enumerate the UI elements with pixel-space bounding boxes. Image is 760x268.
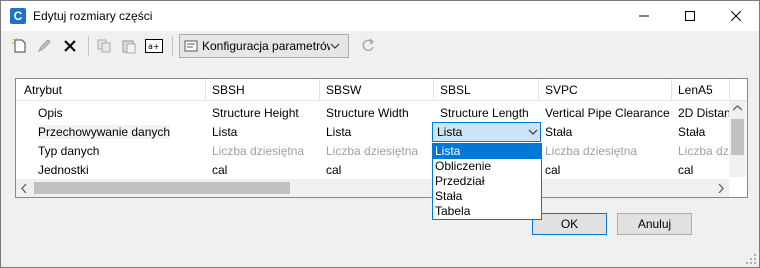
table-cell[interactable]: Stała bbox=[672, 123, 730, 142]
variable-icon: a+ bbox=[145, 39, 163, 53]
scroll-up-icon[interactable] bbox=[733, 105, 742, 111]
row-label: Przechowywanie danych bbox=[16, 123, 206, 142]
table-cell[interactable]: cal bbox=[206, 161, 320, 180]
maximize-icon bbox=[685, 11, 695, 21]
variable-button[interactable]: a+ bbox=[143, 35, 165, 57]
table-cell[interactable]: cal bbox=[539, 161, 672, 180]
table-cell[interactable]: Lista bbox=[320, 123, 434, 142]
table-cell[interactable]: cal bbox=[320, 161, 434, 180]
toolbar: a+ Konfiguracja parametrów bbox=[1, 31, 759, 61]
toolbar-separator bbox=[172, 36, 173, 56]
table-cell[interactable]: Stała bbox=[539, 123, 672, 142]
delete-x-icon bbox=[64, 40, 76, 52]
table-cell[interactable]: Lista bbox=[206, 123, 320, 142]
table-cell[interactable]: Structure Width bbox=[320, 104, 434, 123]
copy-button[interactable] bbox=[93, 35, 115, 57]
dropdown-option[interactable]: Przedział bbox=[433, 174, 541, 189]
table-cell[interactable]: Structure Height bbox=[206, 104, 320, 123]
resize-grip-icon[interactable] bbox=[745, 253, 757, 265]
close-button[interactable] bbox=[713, 1, 759, 31]
row-label: Jednostki bbox=[38, 163, 89, 177]
table-cell[interactable]: Liczba dziesiętna bbox=[539, 142, 672, 161]
window-title: Edytuj rozmiary części bbox=[33, 9, 153, 23]
config-icon bbox=[184, 40, 198, 52]
minimize-icon bbox=[639, 15, 649, 17]
data-storage-dropdown-list: Lista Obliczenie Przedział Stała Tabela bbox=[432, 143, 542, 220]
config-label: Konfiguracja parametrów bbox=[202, 39, 330, 53]
new-document-icon bbox=[12, 38, 26, 53]
column-header[interactable]: SBSL bbox=[434, 79, 539, 101]
table-cell[interactable]: Structure Length bbox=[434, 104, 539, 123]
vertical-scroll-thumb[interactable] bbox=[731, 119, 744, 155]
refresh-icon bbox=[362, 38, 375, 52]
row-label: Opis bbox=[38, 106, 63, 120]
dropdown-option[interactable]: Lista bbox=[433, 144, 541, 159]
chevron-down-icon[interactable] bbox=[526, 129, 540, 136]
delete-button[interactable] bbox=[59, 35, 81, 57]
refresh-button[interactable] bbox=[357, 35, 379, 57]
dropdown-option[interactable]: Obliczenie bbox=[433, 159, 541, 174]
maximize-button[interactable] bbox=[667, 1, 713, 31]
table-row: Jednostki cal cal cal cal bbox=[16, 161, 730, 180]
parameters-grid: Atrybut SBSH SBSW SBSL SVPC LenA5 Opis S… bbox=[15, 78, 748, 198]
combobox-value: Lista bbox=[437, 125, 463, 139]
title-bar: C Edytuj rozmiary części bbox=[1, 1, 759, 31]
vertical-scrollbar[interactable] bbox=[729, 101, 746, 177]
row-label-text: Przechowywanie danych bbox=[38, 125, 171, 139]
column-header[interactable]: LenA5 bbox=[672, 79, 730, 101]
table-row: Przechowywanie danych Lista Lista Stała … bbox=[16, 123, 730, 142]
scroll-right-icon[interactable] bbox=[718, 184, 724, 193]
edit-button[interactable] bbox=[34, 35, 56, 57]
scroll-left-icon[interactable] bbox=[21, 184, 27, 193]
column-header[interactable]: SBSH bbox=[206, 79, 320, 101]
dialog-window: C Edytuj rozmiary części a+ Konfiguracja… bbox=[0, 0, 760, 268]
horizontal-scroll-thumb[interactable] bbox=[34, 182, 290, 194]
table-row: Opis Structure Height Structure Width St… bbox=[16, 104, 730, 123]
table-cell[interactable]: Vertical Pipe Clearance bbox=[539, 104, 672, 123]
column-header[interactable]: SVPC bbox=[539, 79, 672, 101]
paste-button[interactable] bbox=[118, 35, 140, 57]
dropdown-option[interactable]: Tabela bbox=[433, 204, 541, 219]
copy-icon bbox=[97, 39, 111, 53]
close-icon bbox=[731, 11, 741, 21]
ok-button[interactable]: OK bbox=[532, 213, 607, 235]
table-cell[interactable]: cal bbox=[672, 161, 730, 180]
column-header[interactable]: Atrybut bbox=[16, 79, 206, 101]
data-storage-combobox[interactable]: Lista bbox=[432, 122, 541, 142]
horizontal-scrollbar[interactable] bbox=[16, 179, 729, 197]
paste-icon bbox=[122, 40, 136, 54]
chevron-down-icon bbox=[330, 43, 340, 49]
row-label: Typ danych bbox=[38, 144, 100, 158]
table-cell[interactable]: 2D Distance bbox=[672, 104, 730, 123]
table-row: Typ danych Liczba dziesiętna Liczba dzie… bbox=[16, 142, 730, 161]
grid-header: Atrybut SBSH SBSW SBSL SVPC LenA5 bbox=[16, 79, 747, 101]
column-header[interactable]: SBSW bbox=[320, 79, 434, 101]
new-button[interactable] bbox=[9, 35, 31, 57]
app-icon: C bbox=[10, 8, 26, 24]
minimize-button[interactable] bbox=[621, 1, 667, 31]
edit-pencil-icon bbox=[37, 39, 51, 53]
table-cell[interactable]: Liczba dziesiętna bbox=[320, 142, 434, 161]
table-cell[interactable]: Liczba dziesiętna bbox=[672, 142, 730, 161]
table-cell[interactable]: Liczba dziesiętna bbox=[206, 142, 320, 161]
dropdown-option[interactable]: Stała bbox=[433, 189, 541, 204]
svg-text:a+: a+ bbox=[148, 42, 160, 51]
toolbar-separator bbox=[88, 36, 89, 56]
cancel-button[interactable]: Anuluj bbox=[617, 213, 692, 235]
config-parameters-dropdown[interactable]: Konfiguracja parametrów bbox=[179, 34, 349, 58]
